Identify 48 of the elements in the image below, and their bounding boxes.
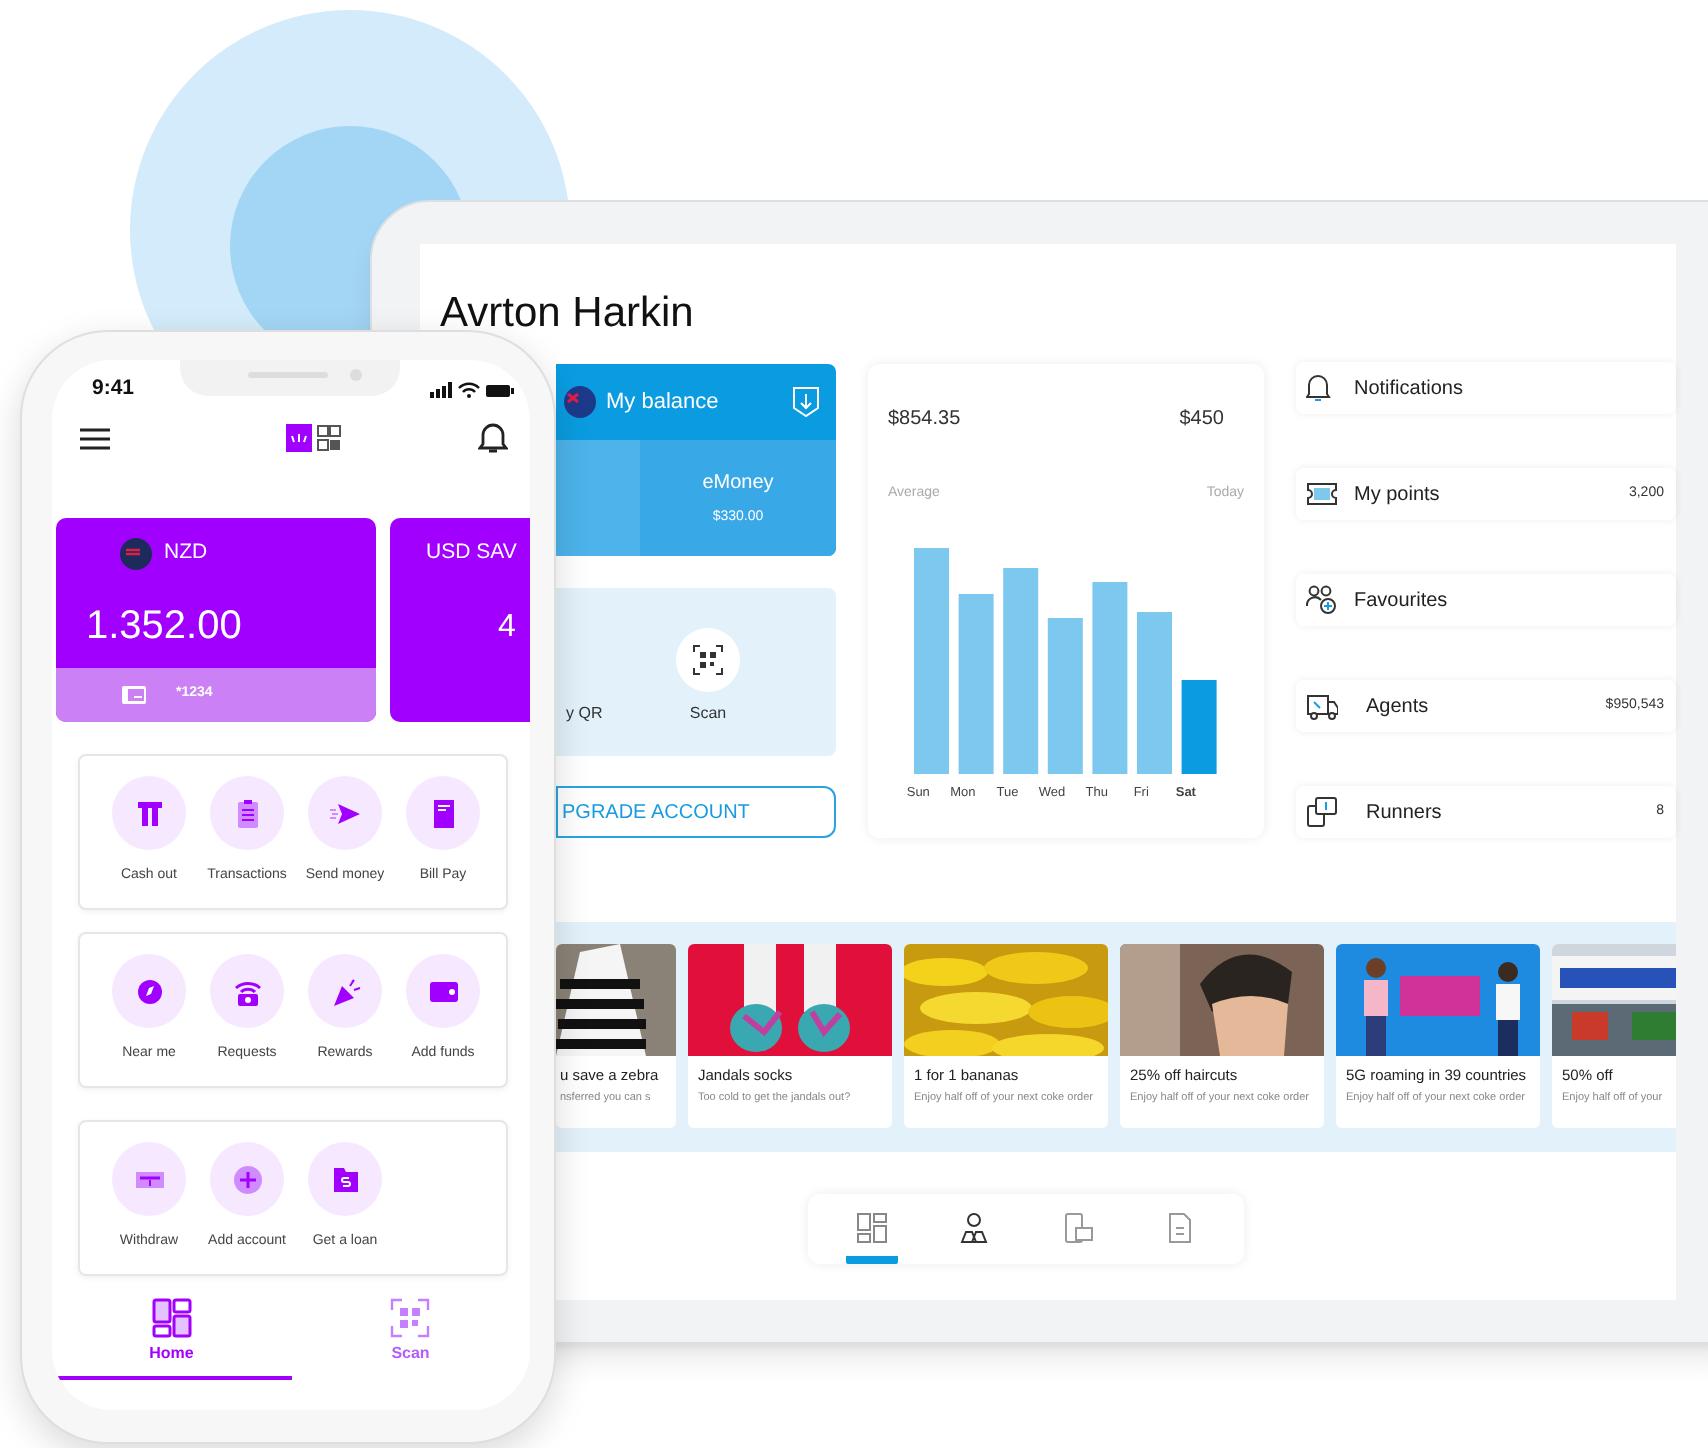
dashboard-icon bbox=[151, 1298, 192, 1338]
app-logo-icon bbox=[286, 424, 342, 452]
account-currency: NZD bbox=[164, 538, 208, 569]
account-card[interactable]: USD SAV 4 bbox=[390, 518, 530, 722]
balance-title: My balance bbox=[606, 387, 719, 418]
page-title: Avrton Harkin bbox=[440, 292, 696, 336]
flag-icon bbox=[564, 386, 596, 418]
flag-icon bbox=[120, 538, 152, 570]
battery-icon bbox=[486, 383, 514, 397]
party-popper-icon bbox=[329, 975, 361, 1007]
devices-icon bbox=[1306, 796, 1338, 828]
account-balance: 1.352.00 bbox=[86, 602, 244, 652]
action-label: Scan bbox=[689, 702, 727, 726]
menu-label: Favourites bbox=[1354, 587, 1448, 615]
menu-icon[interactable] bbox=[80, 427, 110, 449]
status-time: 9:41 bbox=[92, 374, 135, 405]
menu-item[interactable]: Favourites bbox=[1296, 574, 1676, 626]
folder-dollar-icon bbox=[329, 1163, 361, 1195]
nav-tab[interactable]: Scan bbox=[291, 1292, 530, 1380]
truck-icon bbox=[1306, 690, 1338, 722]
ticket-icon bbox=[1306, 478, 1338, 510]
document-icon bbox=[1164, 1212, 1197, 1244]
atm-icon bbox=[133, 797, 165, 829]
signal-icon bbox=[430, 382, 452, 398]
average-amount: $854.35 bbox=[888, 406, 961, 434]
menu-label: Notifications bbox=[1354, 375, 1463, 403]
action-label: y QR bbox=[566, 702, 603, 726]
account-balance: 4 bbox=[498, 608, 518, 648]
menu-label: My points bbox=[1354, 481, 1440, 509]
bell-icon[interactable] bbox=[478, 422, 508, 454]
download-icon[interactable] bbox=[792, 386, 820, 418]
wifi-icon bbox=[458, 382, 480, 398]
devices-icon bbox=[1061, 1212, 1094, 1244]
people-icon bbox=[958, 1212, 991, 1244]
people-add-icon bbox=[1306, 584, 1338, 616]
qr-scan-icon[interactable] bbox=[676, 628, 740, 692]
menu-item[interactable]: Notifications bbox=[1296, 362, 1676, 414]
menu-label: Agents bbox=[1366, 693, 1429, 721]
menu-label: Runners bbox=[1366, 799, 1442, 827]
account-currency: USD SAV bbox=[426, 538, 517, 569]
nav-tab[interactable]: Home bbox=[52, 1292, 291, 1380]
dashboard-icon bbox=[855, 1212, 888, 1244]
plus-icon bbox=[231, 1163, 263, 1195]
today-amount: $450 bbox=[1179, 406, 1224, 434]
wallet-label: eMoney bbox=[702, 469, 774, 498]
card-icon bbox=[122, 686, 146, 704]
compass-icon bbox=[133, 975, 165, 1007]
qr-scan-icon bbox=[390, 1298, 431, 1338]
